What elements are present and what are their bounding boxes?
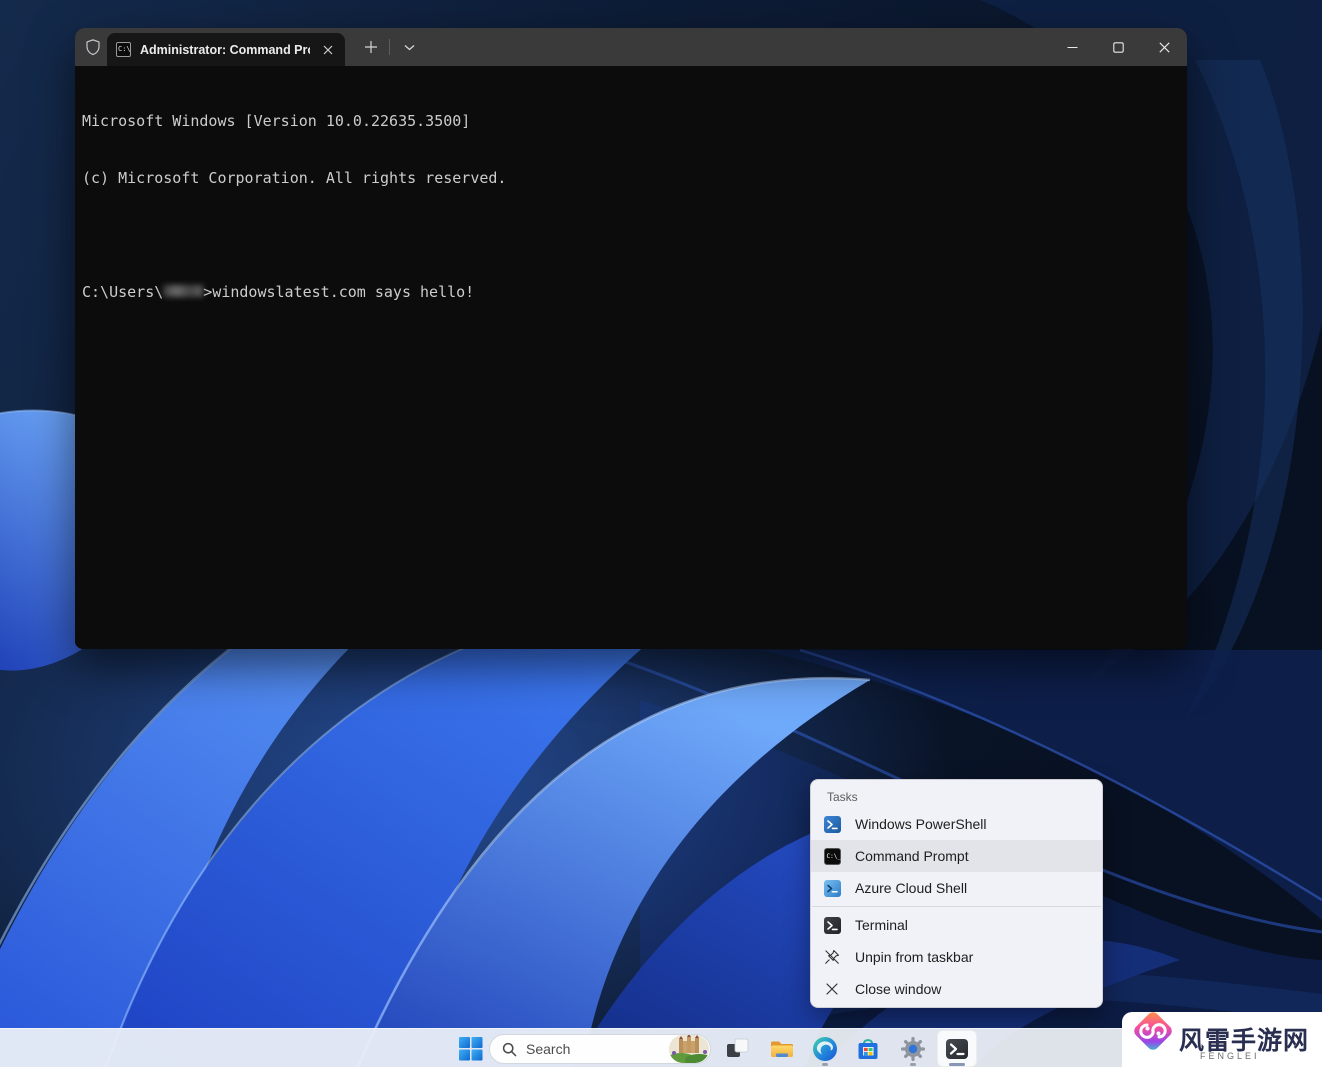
edge-button[interactable] [805, 1030, 845, 1067]
chevron-down-icon [404, 44, 415, 51]
active-indicator [949, 1063, 965, 1066]
prompt-prefix: C:\Users\ [82, 283, 163, 301]
jump-list-item-terminal[interactable]: Terminal [811, 909, 1102, 941]
terminal-output-area[interactable]: Microsoft Windows [Version 10.0.22635.35… [75, 66, 1187, 649]
edge-icon [812, 1036, 838, 1062]
jump-list-item-label: Unpin from taskbar [855, 949, 973, 965]
jump-list-item-label: Azure Cloud Shell [855, 880, 967, 896]
tab-title: Administrator: Command Pro [140, 43, 310, 57]
close-icon [1159, 42, 1170, 53]
terminal-line: Microsoft Windows [Version 10.0.22635.35… [82, 112, 1187, 131]
task-view-icon [725, 1036, 750, 1061]
plus-icon [364, 40, 378, 54]
watermark-subtitle: FENGLEI [1122, 1051, 1322, 1061]
terminal-window: C:\ Administrator: Command Pro [75, 28, 1187, 649]
windows-logo-icon [458, 1036, 483, 1061]
jump-list-item-label: Command Prompt [855, 848, 969, 864]
jump-list-item-azure-cloud-shell[interactable]: Azure Cloud Shell [811, 872, 1102, 904]
shield-icon [84, 38, 102, 56]
terminal-prompt-line: C:\Users\ >windowslatest.com says hello! [82, 283, 1187, 302]
fenglei-logo-icon [1127, 1005, 1179, 1057]
terminal-tab-bar: C:\ Administrator: Command Pro [75, 28, 1187, 66]
store-icon [855, 1036, 881, 1062]
maximize-button[interactable] [1095, 28, 1141, 66]
maximize-icon [1113, 42, 1124, 53]
running-indicator [910, 1063, 916, 1066]
desktop: C:\ Administrator: Command Pro [0, 0, 1322, 1067]
search-icon [502, 1042, 517, 1057]
edge-running-indicator [822, 1063, 828, 1066]
terminal-taskbar-button[interactable] [937, 1030, 977, 1067]
close-icon [823, 980, 841, 998]
terminal-line-blank [82, 226, 1187, 245]
gear-icon [900, 1036, 926, 1062]
minimize-button[interactable] [1049, 28, 1095, 66]
store-button[interactable] [848, 1030, 888, 1067]
unpin-icon [823, 948, 841, 966]
window-controls [1049, 28, 1187, 66]
tab-close-button[interactable] [319, 41, 337, 59]
start-button[interactable] [450, 1030, 490, 1067]
jump-list-item-label: Windows PowerShell [855, 816, 987, 832]
cmd-icon: C:\ [116, 42, 131, 57]
jump-list-item-windows-powershell[interactable]: Windows PowerShell [811, 808, 1102, 840]
jump-list-separator [812, 906, 1101, 907]
prompt-command: >windowslatest.com says hello! [203, 283, 474, 301]
taskbar-jump-list: Tasks Windows PowerShell C:\_ Command Pr… [810, 779, 1103, 1008]
close-window-button[interactable] [1141, 28, 1187, 66]
search-placeholder: Search [526, 1041, 669, 1057]
terminal-icon [823, 916, 841, 934]
tabbar-divider [389, 39, 390, 55]
minimize-icon [1067, 42, 1078, 53]
terminal-line: (c) Microsoft Corporation. All rights re… [82, 169, 1187, 188]
task-view-button[interactable] [717, 1030, 757, 1067]
terminal-icon [944, 1036, 970, 1062]
new-tab-button[interactable] [358, 35, 384, 59]
command-prompt-icon: C:\_ [823, 847, 841, 865]
jump-list-item-unpin[interactable]: Unpin from taskbar [811, 941, 1102, 973]
site-watermark: 风雷手游网 FENGLEI [1122, 1012, 1322, 1067]
daily-image-thumbnail[interactable] [669, 1035, 709, 1063]
close-icon [323, 45, 333, 55]
file-explorer-button[interactable] [762, 1030, 802, 1067]
search-box[interactable]: Search [489, 1034, 711, 1064]
settings-button[interactable] [893, 1030, 933, 1067]
jump-list-item-label: Terminal [855, 917, 908, 933]
tab-dropdown-button[interactable] [396, 35, 422, 59]
jump-list-item-label: Close window [855, 981, 941, 997]
powershell-icon [823, 815, 841, 833]
jump-list-item-close-window[interactable]: Close window [811, 973, 1102, 1005]
redacted-username [163, 285, 203, 297]
jump-list-item-command-prompt[interactable]: C:\_ Command Prompt [811, 840, 1102, 872]
terminal-tab-active[interactable]: C:\ Administrator: Command Pro [107, 33, 345, 66]
azure-cloud-shell-icon [823, 879, 841, 897]
jump-list-header: Tasks [811, 780, 1102, 808]
folder-icon [769, 1036, 795, 1062]
